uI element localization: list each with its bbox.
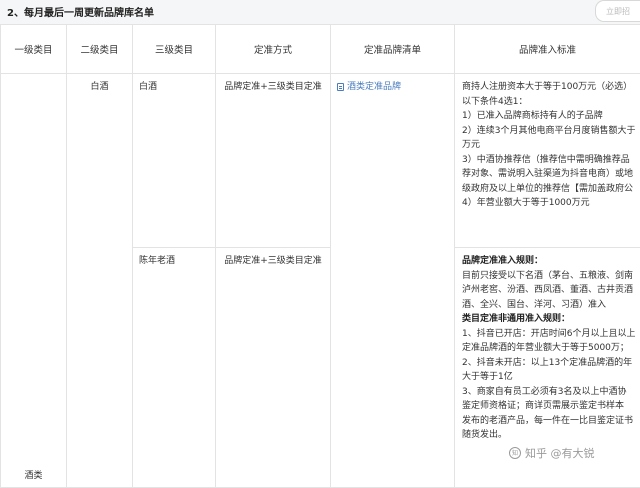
brand-list-link-label: 酒类定准品牌 [347, 80, 401, 95]
cell-cat3: 白酒 [133, 74, 216, 248]
cell-cat3: 陈年老酒 [133, 248, 216, 488]
header-brand-list: 定准品牌清单 [331, 25, 455, 74]
brand-table: 一级类目 二级类目 三级类目 定准方式 定准品牌清单 品牌准入标准 酒类 白酒 … [0, 24, 640, 488]
cell-cat2: 白酒 [67, 74, 133, 488]
standard-line: 酒、全兴、国台、洋河、习酒）准入 [462, 298, 640, 313]
section-title: 2、每月最后一周更新品牌库名单 [7, 4, 154, 19]
cell-method: 品牌定准+三级类目定准 [216, 248, 331, 488]
standard-line: 1、抖音已开店：开店时间6个月以上且以上 [462, 327, 640, 342]
standard-line: 1）已准入品牌商标持有人的子品牌 [462, 109, 640, 124]
standard-line: 发布的老酒产品，每一件在一比目鉴定证书 [462, 414, 640, 429]
standard-line: 鉴定师资格证；商详页需展示鉴定书样本 [462, 399, 640, 414]
standard-line: 万元 [462, 138, 640, 153]
document-icon [337, 83, 344, 91]
brand-list-link[interactable]: 酒类定准品牌 [337, 80, 448, 95]
standard-heading: 品牌定准准入规则： [462, 254, 640, 269]
table-header-row: 一级类目 二级类目 三级类目 定准方式 定准品牌清单 品牌准入标准 [1, 25, 640, 74]
standard-line: 以下条件4选1： [462, 95, 640, 110]
cell-standard: 商持人注册资本大于等于100万元（必选） 以下条件4选1： 1）已准入品牌商标持… [455, 74, 640, 248]
header-cat1: 一级类目 [1, 25, 67, 74]
standard-heading: 类目定准非通用准入规则： [462, 312, 640, 327]
zhihu-logo-icon: 知 [509, 447, 521, 459]
standard-line: 定准品牌酒的年营业额大于等于5000万； [462, 341, 640, 356]
cell-cat1: 酒类 [1, 74, 67, 488]
header-standard: 品牌准入标准 [455, 25, 640, 74]
top-right-button-label: 立即招 [606, 6, 630, 17]
standard-line: 级政府及以上单位的推荐信【需加盖政府公 [462, 182, 640, 197]
header-cat2: 二级类目 [67, 25, 133, 74]
standard-line: 荐对象、需说明入驻渠道为抖音电商）或地 [462, 167, 640, 182]
header-cat3: 三级类目 [133, 25, 216, 74]
watermark: 知 知乎 @有大锐 [509, 445, 595, 461]
top-right-button[interactable]: 立即招 [595, 0, 640, 22]
standard-line: 泸州老窖、汾酒、西凤酒、董酒、古井贡酒 [462, 283, 640, 298]
cell-brand-list: 酒类定准品牌 [331, 74, 455, 488]
cell-method: 品牌定准+三级类目定准 [216, 74, 331, 248]
standard-line: 3、商家自有员工必须有3名及以上中酒协 [462, 385, 640, 400]
standard-line: 2、抖音未开店：以上13个定准品牌酒的年 [462, 356, 640, 371]
watermark-text: 知乎 @有大锐 [525, 445, 595, 461]
table-row: 酒类 白酒 白酒 品牌定准+三级类目定准 酒类定准品牌 商持人注册资本大于等于1… [1, 74, 640, 248]
standard-line: 4）年营业额大于等于1000万元 [462, 196, 640, 211]
standard-line: 商持人注册资本大于等于100万元（必选） [462, 80, 640, 95]
standard-line: 大于等于1亿 [462, 370, 640, 385]
standard-line: 2）连续3个月其他电商平台月度销售额大于 [462, 124, 640, 139]
header-method: 定准方式 [216, 25, 331, 74]
standard-line: 随货发出。 [462, 428, 640, 443]
standard-line: 目前只接受以下名酒（茅台、五粮液、剑南 [462, 269, 640, 284]
standard-line: 3）中酒协推荐信（推荐信中需明确推荐品 [462, 153, 640, 168]
section-header-bar: 2、每月最后一周更新品牌库名单 立即招 [0, 0, 640, 25]
